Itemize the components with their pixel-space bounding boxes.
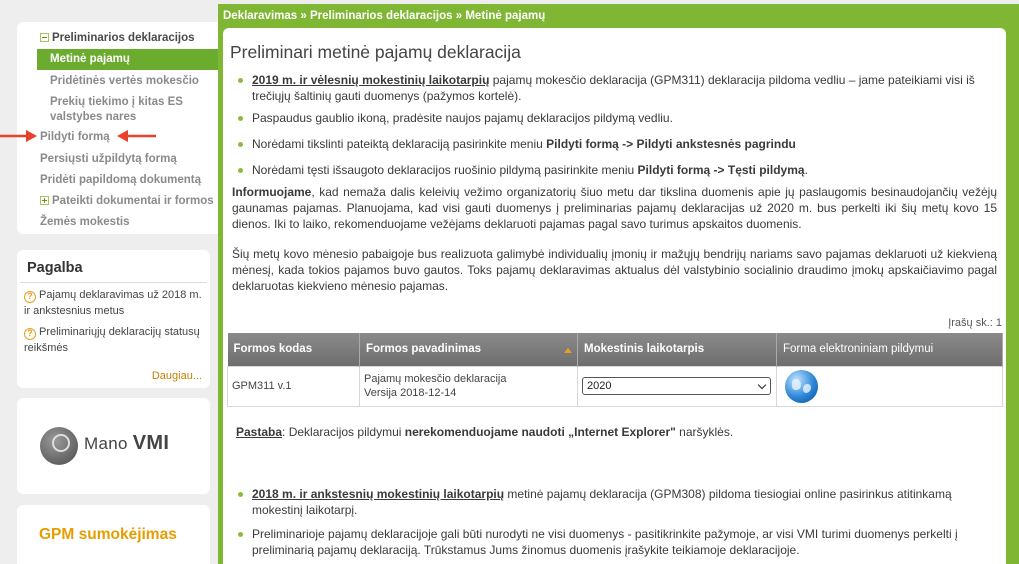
nav-item-label: Metinė pajamų [50,53,130,65]
help-link-2018[interactable]: ? Pajamų deklaravimas už 2018 m. ir ankst… [24,287,206,319]
nav-group-label: Preliminarios deklaracijos [52,32,195,44]
e-form-cell [776,365,1003,407]
content-area: Preliminari metinė pajamų deklaracija 20… [223,28,1006,564]
note: Pastaba: Deklaracijos pildymui nerekomen… [236,425,733,439]
breadcrumb-item[interactable]: Metinė pajamų [465,10,545,22]
column-header[interactable]: Mokestinis laikotarpis [577,333,777,366]
form-name-title: Pajamų mokesčio deklaracija [364,373,507,385]
nav-group-label: Pateikti dokumentai ir formos [52,195,214,207]
help-link-statuses[interactable]: ? Preliminariųjų deklaracijų statusų reik… [24,324,206,356]
nav-item-es[interactable]: Prekių tiekimo į kitas ES valstybes nare… [50,95,200,125]
nav-item-pvm[interactable]: Pridėtinės vertės mokesčio [50,74,199,89]
help-link-label: Preliminariųjų deklaracijų statusų reikš… [24,326,200,354]
vmi-prefix: Mano [84,434,128,453]
link-2019-periods[interactable]: 2019 m. ir vėlesnių mokestinių laikotarp… [252,73,489,87]
forms-table: Formos kodas Formos pavadinimas Mokestin… [227,333,1003,407]
arrow-left-icon [117,130,156,142]
list-item: Paspaudus gaublio ikoną, pradėsite naujo… [238,110,998,126]
bullet-text: Preliminarioje pajamų deklaracijoje gali… [252,527,958,557]
list-item: Preliminarioje pajamų deklaracijoje gali… [238,526,998,558]
menu-path: Pildyti formą -> Tęsti pildymą [637,163,805,177]
nav-group-preliminarios[interactable]: Preliminarios deklaracijos [40,31,195,46]
globe-icon[interactable] [785,369,818,403]
help-panel: Pagalba ? Pajamų deklaravimas už 2018 m. … [17,250,210,388]
nav-item-add-document[interactable]: Pridėti papildomą dokumentą [40,173,201,188]
expand-icon[interactable] [40,196,49,205]
records-count: Įrašų sk.: 1 [948,317,1002,329]
bullet-text: Norėdami tęsti išsaugoto deklaracijos ru… [252,163,638,177]
table-header-row: Formos kodas Formos pavadinimas Mokestin… [227,333,1003,366]
info-paragraph: Informuojame, kad nemaža dalis keleivių … [232,184,997,232]
arrow-right-icon [0,130,37,142]
nav-item-fill-form[interactable]: Pildyti formą [40,130,110,145]
breadcrumb-separator: » [300,10,307,22]
help-more-link[interactable]: Daugiau... [152,370,202,382]
list-item: 2019 m. ir vėlesnių mokestinių laikotarp… [238,72,998,104]
column-header-label: Formos pavadinimas [366,343,482,356]
tax-period-select[interactable]: 2020 [582,377,771,395]
table-row: GPM311 v.1 Pajamų mokesčio deklaracija V… [227,365,1003,407]
list-item: 2018 m. ir ankstesnių mokestinių laikota… [238,486,998,518]
list-item: Norėdami tikslinti pateiktą deklaraciją … [238,136,998,152]
page-title: Preliminari metinė pajamų deklaracija [230,42,521,62]
vmi-suffix: VMI [132,432,170,454]
note-end: naršyklės. [675,425,734,439]
form-name: Pajamų mokesčio deklaracija Versija 2018… [359,365,578,407]
list-item: Norėdami tęsti išsaugoto deklaracijos ru… [238,162,998,178]
help-title: Pagalba [27,260,83,276]
info-text: , kad nemaža dalis keleivių vežimo organ… [232,185,997,231]
column-header[interactable]: Formos pavadinimas [359,333,578,366]
divider [20,282,207,283]
nav-item-send-filled[interactable]: Persiųsti užpildytą formą [40,152,177,167]
question-icon: ? [24,328,36,340]
paragraph: Šių metų kovo mėnesio pabaigoje bus real… [232,247,997,293]
tax-period-cell: 2020 [577,365,777,407]
form-code: GPM311 v.1 [227,365,360,407]
nav-item-land-tax[interactable]: Žemės mokestis [40,215,130,230]
breadcrumb-item[interactable]: Preliminarios deklaracijos [310,10,453,22]
help-link-label: Pajamų deklaravimas už 2018 m. ir ankste… [24,289,202,317]
gpm-payment-label: GPM sumokėjimas [39,526,177,543]
collapse-icon[interactable] [40,33,49,42]
nav-item-metine[interactable]: Metinė pajamų [37,49,218,70]
sidebar-nav: Preliminarios deklaracijos Metinė pajamų… [17,22,218,234]
breadcrumb-separator: » [455,10,463,22]
gpm-payment-banner[interactable]: GPM sumokėjimas [17,505,210,564]
mano-vmi-banner[interactable]: Mano VMI [17,398,210,494]
column-header: Forma elektroniniam pildymui [776,333,1003,366]
user-icon [40,427,78,465]
form-version: Versija 2018-12-14 [364,387,457,399]
bullet-text: Norėdami tikslinti pateiktą deklaraciją … [252,137,547,151]
note-label: Pastaba [236,425,283,439]
period: . [804,163,808,177]
link-2018-periods[interactable]: 2018 m. ir ankstesnių mokestinių laikota… [252,487,504,501]
note-warning: nerekomenduojame naudoti „Internet Explo… [404,425,676,439]
bullet-text: Paspaudus gaublio ikoną, pradėsite naujo… [252,111,673,125]
mano-vmi-logo-text: Mano VMI [84,432,169,455]
breadcrumb: Deklaravimas » Preliminarios deklaracijo… [223,10,545,22]
breadcrumb-item[interactable]: Deklaravimas [223,10,297,22]
menu-path: Pildyti formą -> Pildyti ankstesnės pagr… [546,137,796,151]
question-icon: ? [24,291,36,303]
main-panel: Deklaravimas » Preliminarios deklaracijo… [218,4,1019,564]
info-label: Informuojame [232,185,312,199]
column-header[interactable]: Formos kodas [227,333,360,366]
note-text: : Deklaracijos pildymui [282,425,405,439]
nav-group-submitted[interactable]: Pateikti dokumentai ir formos [40,194,214,209]
tax-period-value: 2020 [587,380,612,392]
